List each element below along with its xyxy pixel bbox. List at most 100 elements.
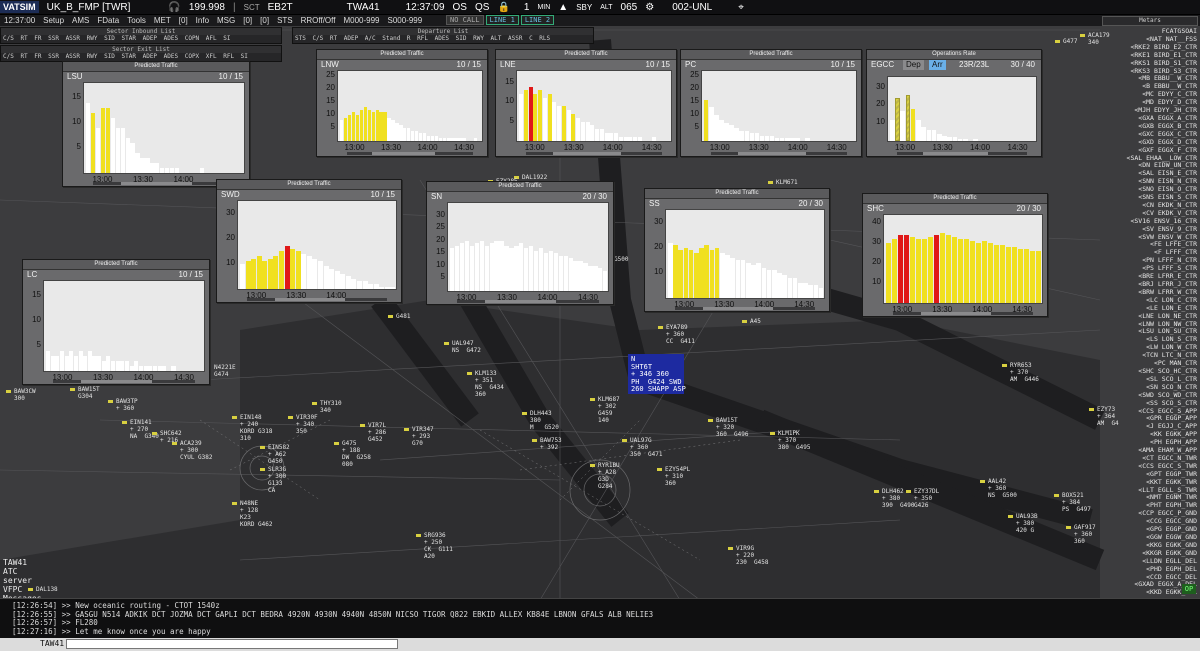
chart-title[interactable]: Predicted Traffic	[645, 189, 829, 199]
aircraft-symbol[interactable]	[232, 502, 237, 505]
aircraft-label[interactable]: A45	[750, 318, 761, 325]
aircraft-label[interactable]: ACA239 + 300 CYUL G382	[180, 440, 213, 461]
aircraft-symbol[interactable]	[1002, 364, 1007, 367]
menu-item[interactable]: [0]	[243, 16, 252, 25]
chart-scrollbar[interactable]	[897, 152, 1027, 155]
aircraft-label[interactable]: VIR9G + 220 230 G458	[736, 545, 769, 566]
arr-tab[interactable]: Arr	[929, 60, 946, 70]
aircraft-label[interactable]: G481	[396, 313, 410, 320]
scrollbar-thumb[interactable]	[738, 152, 807, 155]
min-value[interactable]: 1	[524, 2, 530, 13]
aircraft-symbol[interactable]	[444, 342, 449, 345]
chart-lnw[interactable]: Predicted Traffic LNW 10 / 15 25 20 15 10 5 13:0…	[316, 49, 488, 157]
aircraft-label[interactable]: N48NE + 128 K23 KORD G462	[240, 500, 273, 528]
aircraft-label[interactable]: BAW15T + 320 360 G496	[716, 417, 749, 438]
aircraft-label[interactable]: DAL1922	[522, 174, 547, 181]
aircraft-label[interactable]: N4221E G474	[214, 364, 236, 378]
chart-scrollbar[interactable]	[93, 182, 235, 185]
aircraft-symbol[interactable]	[1089, 408, 1094, 411]
menu-item[interactable]: M000-999	[343, 16, 379, 25]
aircraft-symbol[interactable]	[980, 480, 985, 483]
lock-icon[interactable]: 🔒	[497, 2, 509, 13]
network-icon[interactable]: ⌖	[738, 2, 744, 13]
menu-item[interactable]: AMS	[72, 16, 89, 25]
metars-window[interactable]: Metars	[1102, 16, 1198, 26]
chart-swd[interactable]: Predicted Traffic SWD 10 / 15 30 20 10 13:00 13…	[216, 179, 402, 303]
aircraft-symbol[interactable]	[658, 326, 663, 329]
scrollbar-thumb[interactable]	[372, 152, 436, 155]
side-command-item[interactable]: VFPC	[3, 585, 42, 594]
aircraft-symbol[interactable]	[108, 400, 113, 403]
runway-config[interactable]: 23R/23L	[959, 60, 989, 69]
aircraft-symbol[interactable]	[742, 320, 747, 323]
chart-title[interactable]: Predicted Traffic	[217, 180, 401, 190]
aircraft-label[interactable]: G477	[1063, 38, 1077, 45]
aircraft-label[interactable]: GAF917 + 360 360	[1074, 524, 1096, 545]
menu-item[interactable]: RROff/Off	[301, 16, 336, 25]
side-command-item[interactable]: TAW41	[3, 558, 42, 567]
aircraft-label[interactable]: BAW3TP + 360	[116, 398, 138, 412]
chart-lc[interactable]: Predicted Traffic LC 10 / 15 15 10 5 13:00 13:3…	[22, 259, 210, 385]
chart-scrollbar[interactable]	[893, 312, 1033, 315]
dep-tab[interactable]: Dep	[903, 60, 924, 70]
menu-item[interactable]: [0]	[260, 16, 269, 25]
chart-ops[interactable]: Operations Rate EGCC Dep Arr 23R/23L 30 / 40 3…	[866, 49, 1042, 157]
aircraft-label[interactable]: SRG936 + 250 CK G111 A20	[424, 532, 453, 560]
chart-scrollbar[interactable]	[711, 152, 847, 155]
aircraft-label[interactable]: EZY54PL + 310 360	[665, 466, 690, 487]
aircraft-label[interactable]: AAL42 + 360 NS G500	[988, 478, 1017, 499]
scrollbar-thumb[interactable]	[485, 300, 557, 303]
scrollbar-thumb[interactable]	[703, 307, 773, 310]
chart-scrollbar[interactable]	[457, 300, 599, 303]
aircraft-label[interactable]: UAL947 NS G472	[452, 340, 481, 354]
aircraft-label[interactable]: ACA179 340	[1088, 32, 1110, 46]
aircraft-symbol[interactable]	[70, 388, 75, 391]
aircraft-symbol[interactable]	[590, 464, 595, 467]
scrollbar-thumb[interactable]	[275, 298, 345, 301]
chart-ss[interactable]: Predicted Traffic SS 20 / 30 30 20 10 13:00 13:…	[644, 188, 830, 312]
menu-item[interactable]: Info	[196, 16, 209, 25]
chart-scrollbar[interactable]	[675, 307, 815, 310]
aircraft-symbol[interactable]	[906, 490, 911, 493]
aircraft-label[interactable]: SLR3G + 300 G133 CA	[268, 466, 286, 494]
chart-scrollbar[interactable]	[247, 298, 387, 301]
menu-item[interactable]: [0]	[179, 16, 188, 25]
aircraft-symbol[interactable]	[388, 315, 393, 318]
aircraft-symbol[interactable]	[590, 398, 595, 401]
chart-title[interactable]: Predicted Traffic	[681, 50, 861, 60]
sector-inbound-list[interactable]: Sector Inbound List C/S RT FR SSR ASSR R…	[0, 27, 282, 44]
aircraft-symbol[interactable]	[172, 442, 177, 445]
aircraft-label[interactable]: THY310 340	[320, 400, 342, 414]
sct-value[interactable]: EB2T	[268, 2, 293, 13]
position-name[interactable]: UK_B_FMP [TWR]	[47, 2, 131, 13]
aircraft-symbol[interactable]	[770, 432, 775, 435]
aircraft-label[interactable]: BAW3CW 300	[14, 388, 36, 402]
aircraft-label[interactable]: EYA789 + 360 CC G411	[666, 324, 695, 345]
aircraft-label[interactable]: BAW15T G304	[78, 386, 100, 400]
side-command-item[interactable]: ATC	[3, 567, 42, 576]
aircraft-label[interactable]: KLM1PK + 370 380 G495	[778, 430, 811, 451]
aircraft-label[interactable]: BOX521 + 384 PS G497	[1062, 492, 1091, 513]
aircraft-label[interactable]: VIR347 + 293 G70	[412, 426, 434, 447]
aircraft-label[interactable]: EIN148 + 240 KORD G318 310	[240, 414, 273, 442]
chart-lne[interactable]: Predicted Traffic LNE 10 / 15 15 10 5 13:00 13:…	[495, 49, 677, 157]
menu-item[interactable]: Tools	[127, 16, 146, 25]
alt-toggle[interactable]: ALT	[600, 4, 612, 11]
chart-title[interactable]: Operations Rate	[867, 50, 1041, 60]
aircraft-label[interactable]: VIR30F + 340 350	[296, 414, 318, 435]
aircraft-symbol[interactable]	[1008, 515, 1013, 518]
op-button[interactable]: OP	[1182, 584, 1196, 594]
chart-title[interactable]: Predicted Traffic	[863, 194, 1047, 204]
menu-item[interactable]: MSG	[217, 16, 235, 25]
chart-title[interactable]: Predicted Traffic	[496, 50, 676, 60]
chart-pc[interactable]: Predicted Traffic PC 10 / 15 25 20 15 10 5 13:00…	[680, 49, 862, 157]
aircraft-label[interactable]: RYR653 + 370 AM G446	[1010, 362, 1039, 383]
aircraft-label[interactable]: EZY37DL + 350 G426	[914, 488, 939, 509]
aircraft-symbol[interactable]	[1054, 494, 1059, 497]
aircraft-symbol[interactable]	[532, 439, 537, 442]
aircraft-symbol[interactable]	[404, 428, 409, 431]
aircraft-label[interactable]: SHC642 + 216	[160, 430, 182, 444]
aircraft-label[interactable]: EIN141 + 270 NA G340	[130, 419, 159, 440]
aircraft-label[interactable]: UAL93B + 380 420 G	[1016, 513, 1038, 534]
departure-list-columns[interactable]: STS C/S RT ADEP A/C Stand R RFL ADES SID…	[293, 35, 593, 43]
